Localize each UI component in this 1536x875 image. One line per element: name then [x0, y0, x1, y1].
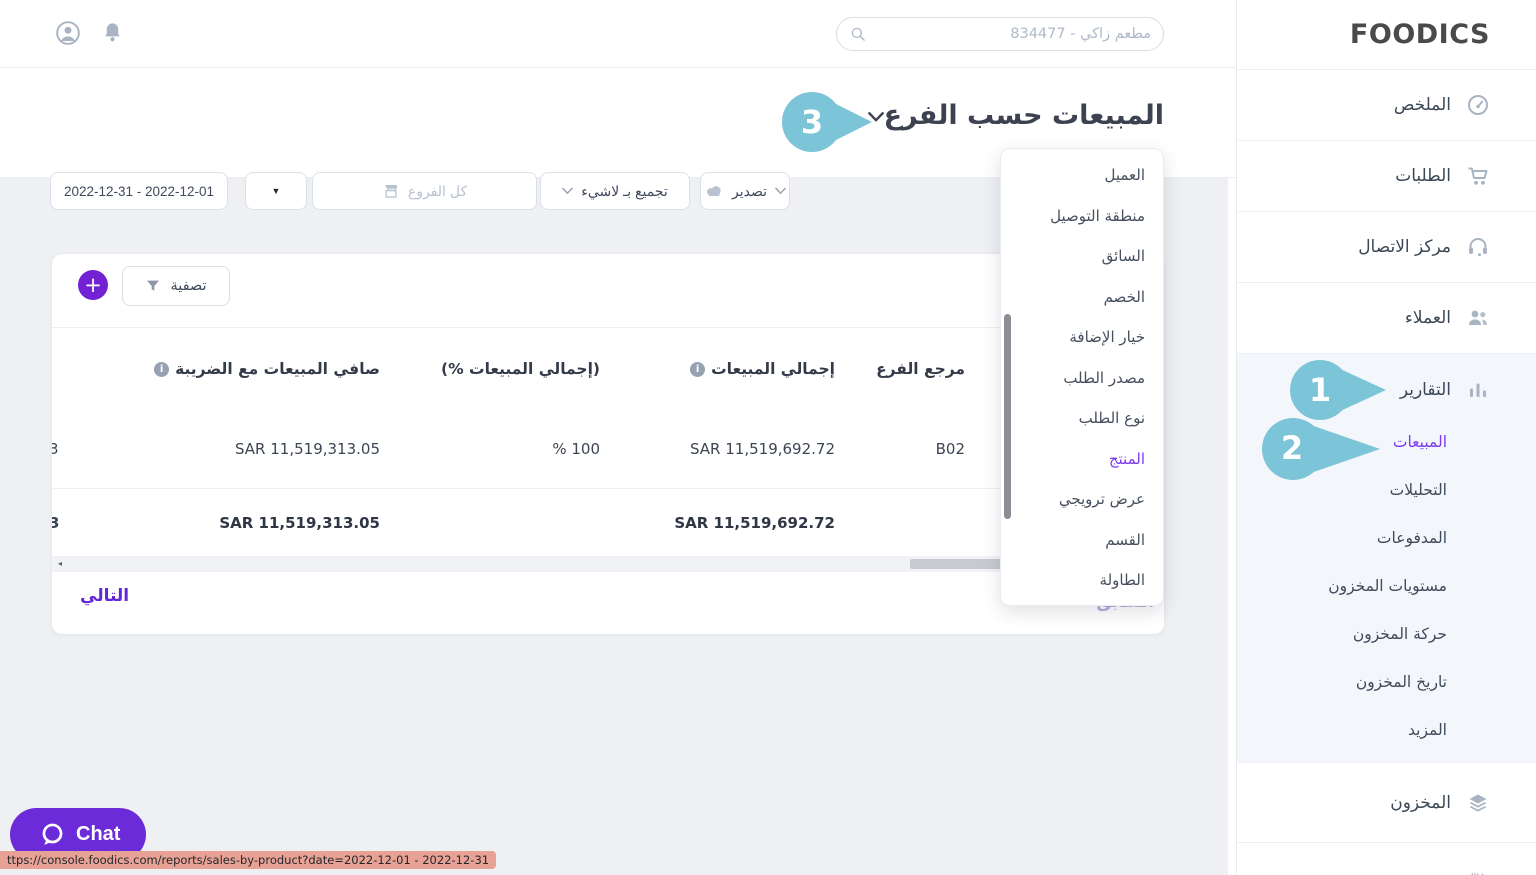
caret-down-icon: ▼	[271, 186, 281, 196]
gauge-icon	[1468, 95, 1488, 115]
table-header-row: مرجع الفرع إجمالي المبيعات i (إجمالي الم…	[52, 328, 1164, 410]
filter-label: تصفية	[170, 278, 207, 294]
col-header-total-sales-pct: (إجمالي المبيعات %)	[440, 360, 600, 378]
totals-net-sales-with-tax: SAR 11,519,313.05	[219, 513, 380, 532]
dropdown-item-product[interactable]: المنتج	[1001, 439, 1163, 480]
main-area: المبيعات حسب الفرع تصدير تجميع بـ لاشيء	[0, 0, 1236, 875]
layers-icon	[1469, 794, 1487, 812]
business-search-input[interactable]	[875, 26, 1151, 42]
col-header-total-sales: إجمالي المبيعات i	[665, 360, 835, 378]
dropdown-item-table[interactable]: الطاولة	[1001, 560, 1163, 601]
dropdown-item-delivery-zone[interactable]: منطقة التوصيل	[1001, 196, 1163, 237]
group-by-label: تجميع بـ لاشيء	[581, 182, 668, 199]
group-by-button[interactable]: تجميع بـ لاشيء	[540, 172, 690, 210]
group-by-dropdown-menu: العميل منطقة التوصيل السائق الخصم خيار ا…	[1000, 148, 1164, 606]
export-button[interactable]: تصدير	[700, 172, 790, 210]
sidebar-subitem-inventory-movement[interactable]: حركة المخزون	[1237, 610, 1536, 658]
scroll-left-arrow-icon[interactable]: ◂	[52, 556, 68, 572]
dropdown-scrollbar-thumb[interactable]	[1004, 314, 1011, 519]
sidebar-item-call-center[interactable]: مركز الاتصال	[1237, 212, 1536, 283]
cell-branch-ref: B02	[935, 440, 965, 458]
cell-total-sales-pct: 100 %	[552, 440, 600, 458]
sidebar-subitem-sales[interactable]: المبيعات	[1237, 418, 1536, 466]
logo-row: FOODICS	[1237, 0, 1536, 70]
sidebar-subitem-more[interactable]: المزيد	[1237, 706, 1536, 754]
table-totals-row: SAR 11,519,692.72 SAR 11,519,313.05 3	[52, 488, 1164, 556]
utensils-icon	[1471, 873, 1485, 875]
date-range-value: 2022-12-01 - 2022-12-31	[63, 183, 215, 199]
dropdown-item-section[interactable]: القسم	[1001, 520, 1163, 561]
dropdown-item-customer[interactable]: العميل	[1001, 155, 1163, 196]
date-range-input[interactable]: 2022-12-01 - 2022-12-31	[50, 172, 228, 210]
sidebar-item-orders[interactable]: الطلبات	[1237, 141, 1536, 212]
sidebar-item-label: العملاء	[1404, 308, 1451, 328]
sidebar-reports-section: التقارير المبيعات التحليلات المدفوعات مس…	[1237, 354, 1536, 763]
chat-label: Chat	[76, 823, 121, 845]
cell-net-sales-with-tax: SAR 11,519,313.05	[235, 440, 380, 458]
horizontal-scrollbar[interactable]: ◂	[52, 556, 1164, 572]
info-icon[interactable]: i	[690, 361, 706, 377]
sidebar-subitem-inventory-history[interactable]: تاريخ المخزون	[1237, 658, 1536, 706]
horizontal-scrollbar-thumb[interactable]	[910, 559, 1006, 569]
sidebar-subitem-analytics[interactable]: التحليلات	[1237, 466, 1536, 514]
dropdown-item-driver[interactable]: السائق	[1001, 236, 1163, 277]
sidebar-item-products-list[interactable]: قائمة المنتجات	[1237, 843, 1536, 875]
dropdown-item-order-source[interactable]: مصدر الطلب	[1001, 358, 1163, 399]
dropdown-item-promotion[interactable]: عرض ترويجي	[1001, 479, 1163, 520]
col-header-net-sales-with-tax: صافي المبيعات مع الضريبة i	[115, 360, 380, 378]
filter-button[interactable]: تصفية	[122, 266, 230, 306]
col-header-branch-ref: مرجع الفرع	[876, 360, 965, 378]
branch-filter-label: كل الفروع	[407, 182, 468, 199]
sidebar-item-customers[interactable]: العملاء	[1237, 283, 1536, 354]
sidebar-item-label: التقارير	[1399, 380, 1451, 400]
sidebar-item-label: الملخص	[1393, 95, 1451, 115]
sidebar-item-inventory[interactable]: المخزون	[1237, 763, 1536, 843]
sidebar-item-summary[interactable]: الملخص	[1237, 70, 1536, 141]
app-window: المبيعات حسب الفرع تصدير تجميع بـ لاشيء	[0, 0, 1536, 875]
sidebar-item-label: مركز الاتصال	[1358, 237, 1451, 257]
export-label: تصدير	[731, 182, 767, 199]
chevron-down-icon	[775, 187, 786, 195]
dropdown-item-order-type[interactable]: نوع الطلب	[1001, 398, 1163, 439]
status-url-bar: ttps://console.foodics.com/reports/sales…	[0, 851, 497, 869]
business-search-box[interactable]	[836, 17, 1164, 51]
sidebar-subitem-payments[interactable]: المدفوعات	[1237, 514, 1536, 562]
branch-filter-button[interactable]: كل الفروع	[312, 172, 537, 210]
chat-bubble-icon	[42, 823, 63, 845]
info-icon[interactable]: i	[154, 361, 170, 377]
bar-chart-icon	[1470, 383, 1486, 397]
customers-icon	[1469, 310, 1487, 325]
search-icon	[851, 27, 865, 41]
foodics-logo: FOODICS	[1349, 19, 1490, 50]
headset-icon	[1469, 238, 1487, 257]
sidebar-item-label: المخزون	[1390, 792, 1451, 813]
sidebar-nav: FOODICS الملخص الطلبات مركز الاتصال العم…	[1236, 0, 1536, 875]
notifications-bell-icon[interactable]	[101, 21, 124, 44]
scrollbar-gutter	[1228, 178, 1236, 875]
dropdown-item-modifier-option[interactable]: خيار الإضافة	[1001, 317, 1163, 358]
report-card: + تصفية مرجع الفرع إجمالي المبيعات i (إج…	[52, 254, 1164, 634]
clipped-cell-fragment: 3	[52, 440, 59, 458]
table-row: B02 SAR 11,519,692.72 100 % SAR 11,519,3…	[52, 410, 1164, 488]
totals-total-sales: SAR 11,519,692.72	[674, 513, 835, 532]
add-filter-button[interactable]: +	[78, 270, 108, 300]
sidebar-item-reports[interactable]: التقارير	[1237, 362, 1536, 418]
dropdown-item-discount[interactable]: الخصم	[1001, 277, 1163, 318]
pagination-next-link[interactable]: التالي	[80, 586, 129, 606]
store-icon	[384, 185, 397, 198]
chevron-down-icon	[562, 187, 574, 195]
date-preset-dropdown[interactable]: ▼	[245, 172, 307, 210]
user-avatar-icon[interactable]	[55, 20, 81, 46]
clipped-cell-fragment: 3	[52, 513, 59, 532]
top-bar	[0, 0, 1236, 68]
report-type-chevron-down-icon[interactable]	[868, 111, 884, 123]
page-title: المبيعات حسب الفرع	[883, 100, 1164, 131]
cell-total-sales: SAR 11,519,692.72	[690, 440, 835, 458]
funnel-icon	[147, 280, 160, 291]
sidebar-item-label: الطلبات	[1395, 166, 1451, 186]
cart-icon	[1468, 167, 1488, 185]
sidebar-subitem-inventory-levels[interactable]: مستويات المخزون	[1237, 562, 1536, 610]
cloud-icon	[706, 186, 721, 196]
